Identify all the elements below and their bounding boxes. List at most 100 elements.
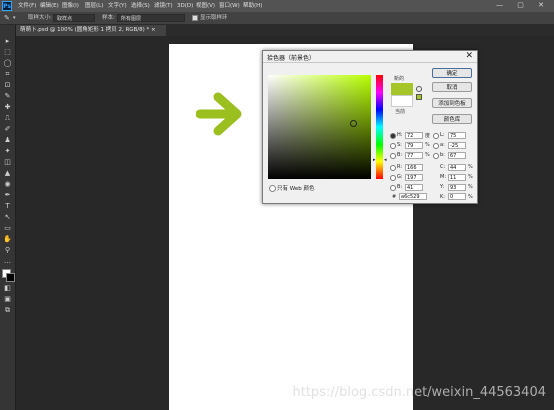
k-input[interactable]: 0 <box>448 193 466 200</box>
menu-edit[interactable]: 编辑(E) <box>40 2 59 10</box>
menu-filter[interactable]: 滤镜(T) <box>154 2 173 10</box>
c-label: C: <box>440 164 446 170</box>
document-tab[interactable]: 萌萌卜.psd @ 100% (圆角矩形 1 拷贝 2, RGB/8) * × <box>16 25 166 36</box>
radio-s[interactable] <box>390 143 396 149</box>
dodge-tool-icon[interactable]: ◉ <box>3 180 12 189</box>
hex-input[interactable]: a6c529 <box>399 193 427 200</box>
hue-slider[interactable] <box>376 75 383 179</box>
sample-size-select[interactable]: 取样点 <box>53 14 95 22</box>
sample-label: 样本: <box>102 15 115 21</box>
radio-a[interactable] <box>433 143 439 149</box>
h-label: H: <box>397 132 403 138</box>
path-select-tool-icon[interactable]: ↖ <box>3 213 12 222</box>
eyedropper-tool-icon[interactable]: ✎ <box>3 92 12 101</box>
web-colors-only-checkbox[interactable] <box>269 185 276 192</box>
b-rgb-label: B: <box>397 184 403 190</box>
gradient-tool-icon[interactable]: ◫ <box>3 158 12 167</box>
hue-slider-left-handle-icon[interactable]: ▸ <box>373 157 376 163</box>
add-to-swatches-button[interactable]: 添加到色板 <box>432 98 472 108</box>
radio-h[interactable] <box>390 133 396 139</box>
artboard-icon[interactable]: ⧉ <box>3 306 12 315</box>
healing-tool-icon[interactable]: ✚ <box>3 103 12 112</box>
history-brush-tool-icon[interactable]: ✐ <box>3 125 12 134</box>
out-of-gamut-icon[interactable] <box>416 86 422 92</box>
radio-b[interactable] <box>390 153 396 159</box>
m-label: M: <box>440 174 446 180</box>
saturation-brightness-field[interactable] <box>268 75 371 179</box>
web-colors-only-label: 只有 Web 颜色 <box>277 186 315 192</box>
menu-window[interactable]: 窗口(W) <box>219 2 240 10</box>
radio-b-lab[interactable] <box>433 153 439 159</box>
close-icon[interactable]: ✕ <box>465 51 473 61</box>
show-ring-checkbox[interactable] <box>192 15 198 21</box>
b-lab-input[interactable]: 67 <box>448 152 466 159</box>
b-rgb-input[interactable]: 41 <box>405 184 423 191</box>
menu-bar: Ps 文件(F) 编辑(E) 图像(I) 图层(L) 文字(Y) 选择(S) 滤… <box>0 0 554 12</box>
radio-g[interactable] <box>390 175 396 181</box>
hue-slider-right-handle-icon[interactable]: ◂ <box>384 157 387 163</box>
b-lab-label: b: <box>440 152 445 158</box>
hand-tool-icon[interactable]: ✋ <box>3 235 12 244</box>
quick-mask-icon[interactable]: ◧ <box>3 284 12 293</box>
arrow-right-icon <box>196 92 242 136</box>
r-input[interactable]: 166 <box>405 164 423 171</box>
k-label: K: <box>440 194 445 200</box>
eraser-tool-icon[interactable]: ✦ <box>3 147 12 156</box>
b-input[interactable]: 77 <box>405 152 423 159</box>
marquee-tool-icon[interactable]: ⬚ <box>3 48 12 57</box>
quick-select-tool-icon[interactable]: ⌗ <box>3 70 12 79</box>
web-safe-icon[interactable] <box>416 94 422 100</box>
menu-type[interactable]: 文字(Y) <box>108 2 127 10</box>
menu-view[interactable]: 视图(V) <box>196 2 215 10</box>
s-input[interactable]: 79 <box>405 142 423 149</box>
color-picker-marker[interactable] <box>350 120 357 127</box>
eyedropper-icon[interactable]: ✎ <box>4 14 10 22</box>
k-unit: % <box>468 194 473 200</box>
c-input[interactable]: 44 <box>448 164 466 171</box>
g-input[interactable]: 197 <box>405 174 423 181</box>
y-input[interactable]: 93 <box>448 184 466 191</box>
a-input[interactable]: -25 <box>448 142 466 149</box>
lasso-tool-icon[interactable]: ◯ <box>3 59 12 68</box>
menu-image[interactable]: 图像(I) <box>62 2 79 10</box>
show-ring-label: 显示取样环 <box>200 15 228 21</box>
more-tools-icon[interactable]: … <box>3 257 12 266</box>
color-libraries-button[interactable]: 颜色库 <box>432 114 472 124</box>
b-unit: % <box>425 152 430 158</box>
new-color-swatch <box>391 83 413 95</box>
ok-button[interactable]: 确定 <box>432 68 472 78</box>
y-unit: % <box>468 184 473 190</box>
shape-tool-icon[interactable]: ▭ <box>3 224 12 233</box>
menu-help[interactable]: 帮助(H) <box>243 2 262 10</box>
zoom-tool-icon[interactable]: ⚲ <box>3 246 12 255</box>
menu-select[interactable]: 选择(S) <box>131 2 150 10</box>
cancel-button[interactable]: 取消 <box>432 82 472 92</box>
radio-l[interactable] <box>433 133 439 139</box>
l-label: L: <box>440 132 445 138</box>
menu-3d[interactable]: 3D(D) <box>177 2 193 10</box>
title-divider <box>263 62 477 63</box>
type-tool-icon[interactable]: T <box>3 202 12 211</box>
pen-tool-icon[interactable]: ✒ <box>3 191 12 200</box>
radio-r[interactable] <box>390 165 396 171</box>
h-input[interactable]: 72 <box>405 132 423 139</box>
radio-b-rgb[interactable] <box>390 185 396 191</box>
current-color-label: 当前 <box>395 109 406 115</box>
window-controls[interactable]: — ▢ ✕ <box>496 1 550 9</box>
menu-file[interactable]: 文件(F) <box>18 2 36 10</box>
background-color-swatch[interactable] <box>6 273 15 282</box>
brush-tool-icon[interactable]: ⎍ <box>3 114 12 123</box>
move-tool-icon[interactable]: ▸ <box>3 37 12 46</box>
toolbox: ▸ ⬚ ◯ ⌗ ⊡ ✎ ✚ ⎍ ✐ ♟ ✦ ◫ ▲ ◉ ✒ T ↖ ▭ ✋ ⚲ … <box>0 25 16 410</box>
m-input[interactable]: 11 <box>448 174 466 181</box>
l-input[interactable]: 75 <box>448 132 466 139</box>
screen-mode-icon[interactable]: ▣ <box>3 295 12 304</box>
current-color-swatch[interactable] <box>391 95 413 107</box>
sample-select[interactable]: 所有图层 <box>117 14 185 22</box>
menu-layer[interactable]: 图层(L) <box>85 2 103 10</box>
crop-tool-icon[interactable]: ⊡ <box>3 81 12 90</box>
stamp-tool-icon[interactable]: ♟ <box>3 136 12 145</box>
blur-tool-icon[interactable]: ▲ <box>3 169 12 178</box>
document-tab-bar: 萌萌卜.psd @ 100% (圆角矩形 1 拷贝 2, RGB/8) * × <box>16 25 554 36</box>
chevron-down-icon[interactable]: ▾ <box>13 14 16 22</box>
